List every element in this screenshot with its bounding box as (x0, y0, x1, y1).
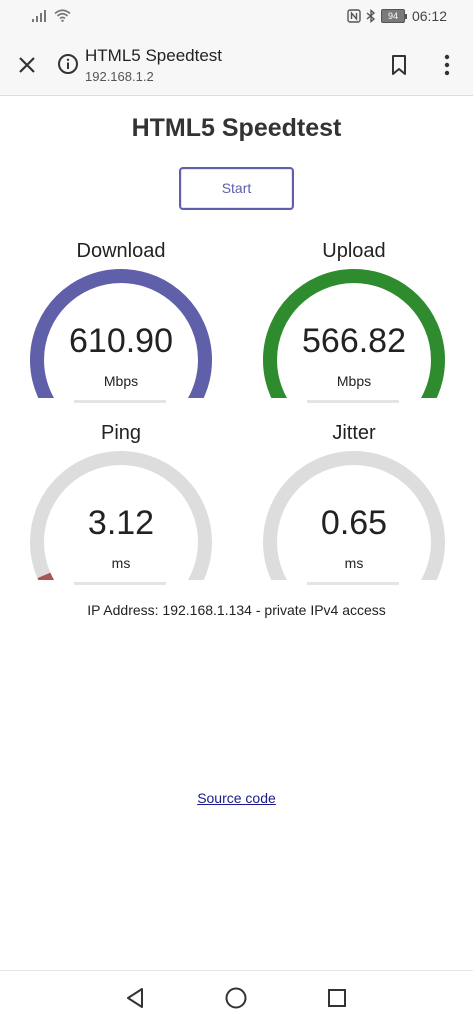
ping-progress-bar (74, 582, 166, 585)
upload-progress-bar (307, 400, 399, 403)
status-time: 06:12 (411, 8, 447, 24)
ip-address-info: IP Address: 192.168.1.134 - private IPv4… (87, 602, 386, 618)
upload-label: Upload (322, 240, 386, 262)
bluetooth-icon (366, 9, 376, 23)
start-button[interactable]: Start (179, 167, 294, 210)
close-icon[interactable] (14, 52, 40, 78)
status-right: 94 06:12 (347, 8, 447, 24)
nfc-icon (347, 9, 361, 23)
download-value: 610.90 (69, 322, 173, 360)
source-code-link[interactable]: Source code (197, 790, 276, 806)
download-label: Download (76, 240, 166, 262)
ping-gauge: Ping 3.12 ms (26, 422, 216, 592)
source-code-link-wrap: Source code (0, 790, 473, 806)
more-vertical-icon[interactable] (438, 52, 456, 78)
home-icon[interactable] (224, 986, 248, 1010)
ping-value: 3.12 (87, 504, 155, 542)
status-left (32, 9, 71, 22)
info-icon[interactable] (57, 53, 79, 75)
jitter-progress-bar (307, 582, 399, 585)
back-icon[interactable] (124, 986, 146, 1010)
download-unit: Mbps (103, 373, 139, 389)
jitter-label: Jitter (332, 422, 376, 444)
jitter-value: 0.65 (320, 504, 388, 542)
download-progress-bar (74, 400, 166, 403)
ping-label: Ping (100, 422, 142, 444)
download-gauge: Download 610.90 Mbps (26, 240, 216, 410)
status-bar: 94 06:12 (0, 0, 473, 34)
browser-url[interactable]: 192.168.1.2 (85, 69, 154, 84)
ping-meter-fill (37, 572, 55, 580)
signal-icon (32, 9, 46, 22)
upload-value: 566.82 (302, 322, 406, 360)
jitter-unit: ms (344, 555, 364, 571)
jitter-gauge: Jitter 0.65 ms (259, 422, 449, 592)
page-title: HTML5 Speedtest (131, 114, 342, 142)
navigation-bar (0, 970, 473, 1024)
battery-icon: 94 (380, 9, 407, 23)
bookmark-icon[interactable] (388, 52, 410, 78)
ping-unit: ms (111, 555, 131, 571)
browser-page-title[interactable]: HTML5 Speedtest (85, 46, 222, 66)
recents-icon[interactable] (326, 987, 348, 1009)
upload-unit: Mbps (336, 373, 372, 389)
wifi-icon (54, 9, 71, 22)
browser-toolbar: HTML5 Speedtest 192.168.1.2 (0, 34, 473, 96)
upload-gauge: Upload 566.82 Mbps (259, 240, 449, 410)
